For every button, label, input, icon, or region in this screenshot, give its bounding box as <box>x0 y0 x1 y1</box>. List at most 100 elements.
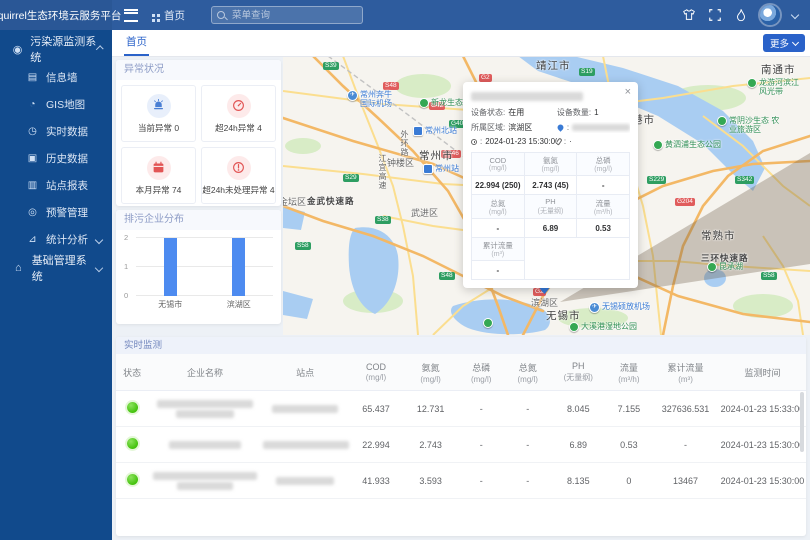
chevron-down-icon <box>792 38 799 45</box>
y-tick-label: 1 <box>124 262 128 271</box>
map-label-dist: 滨湖区 <box>531 296 558 309</box>
flame-icon[interactable] <box>734 8 748 22</box>
stat-card-over-24h-unhandled[interactable]: 超24h未处理异常 4 <box>201 147 276 204</box>
map-marker-eco[interactable]: 昆承湖 <box>707 262 743 272</box>
redacted-site-name <box>262 391 349 427</box>
road-number-badge: G2 <box>479 74 492 82</box>
phone-icon <box>557 137 563 145</box>
panel-title: 排污企业分布 <box>116 210 281 230</box>
table-row[interactable]: 41.9333.593--8.1350134672024-01-23 15:30… <box>116 463 806 499</box>
column-header: 状态 <box>116 354 148 391</box>
stat-label: 当前异常 <box>138 123 172 133</box>
map-marker-eco[interactable]: 大溪港湿地公园 <box>569 322 637 332</box>
map-marker-eco[interactable]: 龙游河滨江 风光带 <box>747 78 807 96</box>
redacted-address <box>572 124 630 131</box>
column-header: 氨氮(mg/l) <box>403 354 458 391</box>
close-icon[interactable]: × <box>625 86 631 98</box>
sidebar-item-site-report[interactable]: ▥站点报表 <box>0 172 112 199</box>
reading-name: 氨氮 <box>526 155 576 166</box>
column-header: 站点 <box>262 354 349 391</box>
reading-name: 总氮 <box>473 198 523 209</box>
redacted-text <box>272 405 338 413</box>
map-marker-airport[interactable]: ✈无锡硕放机场 <box>589 302 650 313</box>
sidebar-section-basic-management-system[interactable]: ⌂ 基础管理系统 <box>0 253 112 283</box>
column-header: PH(无量纲) <box>551 354 606 391</box>
road-number-badge: S58 <box>295 242 311 250</box>
more-button[interactable]: 更多 <box>763 34 805 52</box>
map-marker-station[interactable]: 常州北站 <box>413 126 457 136</box>
pin-icon <box>557 123 565 131</box>
redacted-company-name <box>148 427 261 463</box>
statistics-analysis-icon: ⊿ <box>26 234 39 245</box>
sidebar-section-pollution-monitor-system[interactable]: ◉ 污染源监测系统 <box>0 34 112 64</box>
map-marker-label: 常州站 <box>435 164 459 173</box>
map-marker-eco[interactable] <box>483 318 493 328</box>
map-marker-eco[interactable]: 常阴沙生态 农业旅游区 <box>717 116 781 134</box>
platform-logo: Squirrel生态环境云服务平台 <box>0 0 112 30</box>
reading-unit: (m³/h) <box>578 209 628 216</box>
sidebar-item-gis-map[interactable]: ◔ GIS地图 <box>0 91 112 118</box>
reading-name: PH <box>526 197 576 206</box>
top-bar: Squirrel生态环境云服务平台 首页 <box>0 0 810 30</box>
table-row[interactable]: 22.9942.743--6.890.53-2024-01-23 15:30:0… <box>116 427 806 463</box>
reading-unit: (mg/l) <box>473 209 523 216</box>
cell-total: - <box>652 427 719 463</box>
field-value: 2024-01-23 15:30:00 <box>485 137 557 146</box>
map-marker-label: 昆承湖 <box>719 262 743 271</box>
tab-home[interactable]: 首页 <box>124 30 149 56</box>
sidebar: ◉ 污染源监测系统 ▤信息墙 ◔ GIS地图 ◷实时数据▣历史数据▥站点报表◎预警管理… <box>0 30 112 540</box>
search-input[interactable] <box>211 6 363 24</box>
avatar[interactable] <box>760 5 780 25</box>
sidebar-item-realtime-data[interactable]: ◷实时数据 <box>0 118 112 145</box>
reading-unit: (m³) <box>473 251 523 258</box>
column-unit: (mg/l) <box>458 375 505 384</box>
sidebar-item-info-wall[interactable]: ▤信息墙 <box>0 64 112 91</box>
column-header: 累计流量(m³) <box>652 354 719 391</box>
user-menu-chevron-icon[interactable] <box>791 11 799 19</box>
sidebar-item-label: GIS地图 <box>46 97 85 112</box>
field-value: 1 <box>594 108 598 117</box>
popup-field: 设备状态:在用 <box>471 107 557 118</box>
sidebar-item-label: 统计分析 <box>46 232 88 247</box>
stat-card-current-abnormal[interactable]: 当前异常 0 <box>121 85 196 142</box>
hamburger-menu-icon[interactable] <box>124 9 138 22</box>
sidebar-item-history-data[interactable]: ▣历史数据 <box>0 145 112 172</box>
road-number-badge: S19 <box>579 68 595 76</box>
map-marker-airport[interactable]: ✈常州奔牛 国际机场 <box>347 90 402 108</box>
gis-map-icon: ◔ <box>26 99 39 110</box>
reading-value: 6.89 <box>524 219 577 238</box>
map-label-city: 南通市 <box>761 62 796 77</box>
theme-skin-icon[interactable] <box>682 8 696 22</box>
popup-field: 设备数量:1 <box>557 107 630 118</box>
redacted-site-name <box>262 463 349 499</box>
cell-time: 2024-01-23 15:33:00 <box>719 391 806 427</box>
app-root: Squirrel生态环境云服务平台 首页 ◉ 污染源监测系统 ▤信息墙 ◔ GIS地… <box>0 0 810 540</box>
reading-unit: (无量纲) <box>526 206 576 216</box>
popup-field: : <box>557 122 630 133</box>
redacted-text <box>177 482 233 490</box>
stat-value: 74 <box>172 185 181 195</box>
fullscreen-icon[interactable] <box>708 8 722 22</box>
reading-value: 22.994 (250) <box>472 176 525 195</box>
map-label-dist: 武进区 <box>411 206 438 219</box>
reading-value: 0.53 <box>577 219 630 238</box>
column-label: 总氮 <box>504 361 551 374</box>
map-marker-eco[interactable]: 黄泗浦生态公园 <box>653 140 721 150</box>
stat-card-month-abnormal[interactable]: 本月异常 74 <box>121 147 196 204</box>
map-label-vroad: 江宜高速 <box>377 154 388 190</box>
sidebar-item-alert-management[interactable]: ◎预警管理 <box>0 199 112 226</box>
redacted-text <box>276 477 334 485</box>
redacted-text <box>169 441 241 449</box>
map-marker-station[interactable]: 常州站 <box>423 164 459 174</box>
stat-value: 4 <box>257 123 262 133</box>
reading-unit: (mg/l) <box>526 166 576 173</box>
gis-map[interactable]: 靖江市南通市张家港市常州市无锡市常熟市钟楼区武进区滨湖区金坛区金武快速路三环快速… <box>283 56 810 335</box>
map-marker-label: 龙游河滨江 风光带 <box>759 78 807 96</box>
topbar-home-link[interactable]: 首页 <box>152 8 185 23</box>
stat-card-over-24h-abnormal[interactable]: 超24h异常 4 <box>201 85 276 142</box>
sidebar-item-statistics-analysis[interactable]: ⊿ 统计分析 <box>0 226 112 253</box>
map-label-city: 无锡市 <box>546 308 581 323</box>
table-scrollbar[interactable] <box>800 392 804 452</box>
cell-cod: 65.437 <box>349 391 404 427</box>
table-row[interactable]: 65.43712.731--8.0457.155327636.5312024-0… <box>116 391 806 427</box>
